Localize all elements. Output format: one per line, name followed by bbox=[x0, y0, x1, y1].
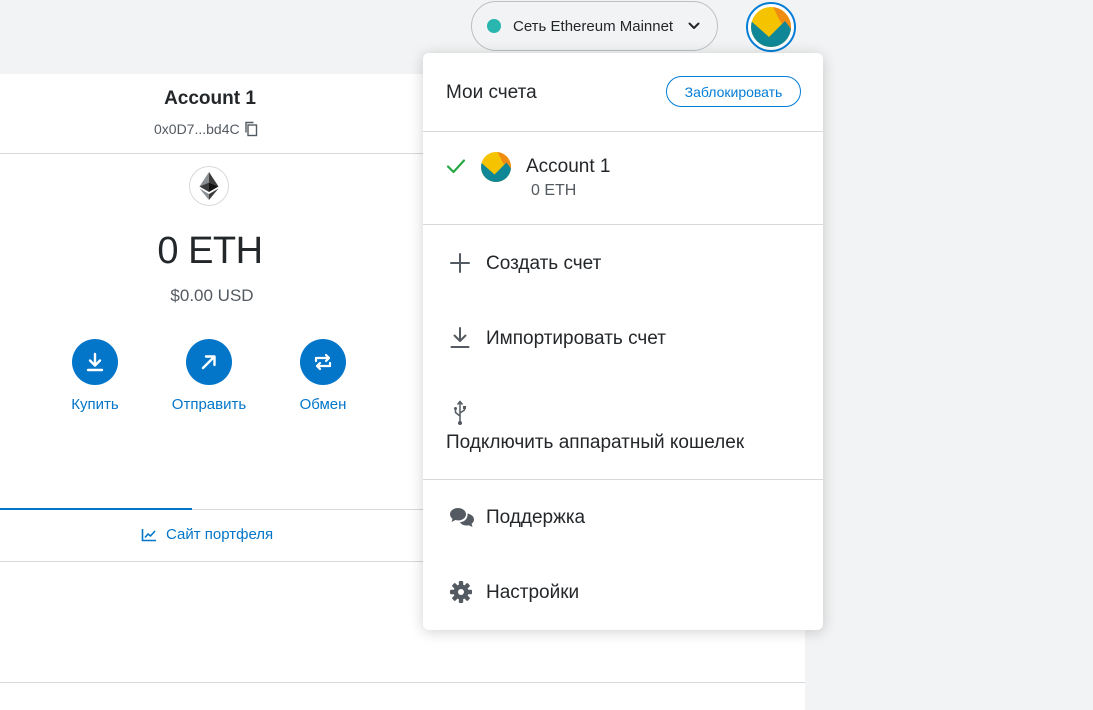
account-menu-button[interactable] bbox=[746, 2, 796, 52]
connect-hardware-wallet-label: Подключить аппаратный кошелек bbox=[446, 432, 745, 453]
import-account-label: Импортировать счет bbox=[486, 328, 666, 349]
lock-button[interactable]: Заблокировать bbox=[666, 76, 801, 107]
account-address: 0x0D7...bd4C bbox=[154, 121, 240, 137]
gear-icon bbox=[450, 581, 472, 603]
ethereum-logo-icon bbox=[189, 166, 229, 206]
download-icon bbox=[86, 352, 104, 372]
create-account-item[interactable] bbox=[423, 232, 823, 294]
import-icon bbox=[450, 327, 470, 348]
support-label: Поддержка bbox=[486, 507, 586, 528]
check-icon bbox=[446, 159, 466, 174]
active-tab-indicator bbox=[0, 508, 192, 510]
settings-item[interactable] bbox=[423, 561, 823, 623]
swap-icon bbox=[314, 353, 332, 371]
swap-button[interactable]: Обмен bbox=[283, 339, 363, 413]
menu-account-balance: 0 ETH bbox=[531, 182, 577, 199]
chevron-down-icon bbox=[688, 22, 700, 29]
account-avatar-icon bbox=[751, 7, 791, 47]
menu-account-name: Account 1 bbox=[526, 156, 611, 177]
network-label: Сеть Ethereum Mainnet bbox=[513, 17, 674, 35]
account-address-copy[interactable]: 0x0D7...bd4C bbox=[154, 121, 258, 137]
send-button[interactable]: Отправить bbox=[169, 339, 249, 413]
create-account-label: Создать счет bbox=[486, 253, 602, 274]
account-avatar-icon bbox=[481, 152, 511, 182]
fiat-balance: $0.00 USD bbox=[170, 286, 254, 305]
account-name: Account 1 bbox=[164, 88, 256, 109]
network-selector-button[interactable]: Сеть Ethereum Mainnet bbox=[471, 1, 718, 51]
send-label: Отправить bbox=[171, 396, 247, 413]
support-item[interactable] bbox=[423, 487, 823, 549]
divider bbox=[423, 479, 823, 480]
eth-balance: 0 ETH bbox=[157, 230, 263, 272]
usb-icon bbox=[454, 400, 466, 425]
divider bbox=[0, 682, 805, 683]
divider bbox=[423, 224, 823, 225]
settings-label: Настройки bbox=[486, 582, 580, 603]
connect-hardware-wallet-item[interactable] bbox=[423, 388, 823, 468]
copy-icon bbox=[244, 121, 257, 137]
menu-title: Мои счета bbox=[446, 82, 537, 103]
chat-icon bbox=[450, 508, 474, 527]
buy-label: Купить bbox=[71, 396, 119, 413]
chart-line-icon bbox=[141, 528, 156, 541]
portfolio-link-label: Сайт портфеля bbox=[166, 526, 274, 543]
buy-button[interactable]: Купить bbox=[55, 339, 135, 413]
swap-label: Обмен bbox=[299, 396, 347, 413]
network-status-dot bbox=[487, 19, 501, 33]
portfolio-link[interactable]: Сайт портфеля bbox=[141, 526, 273, 543]
arrow-up-right-icon bbox=[201, 355, 216, 370]
plus-icon bbox=[450, 253, 470, 273]
